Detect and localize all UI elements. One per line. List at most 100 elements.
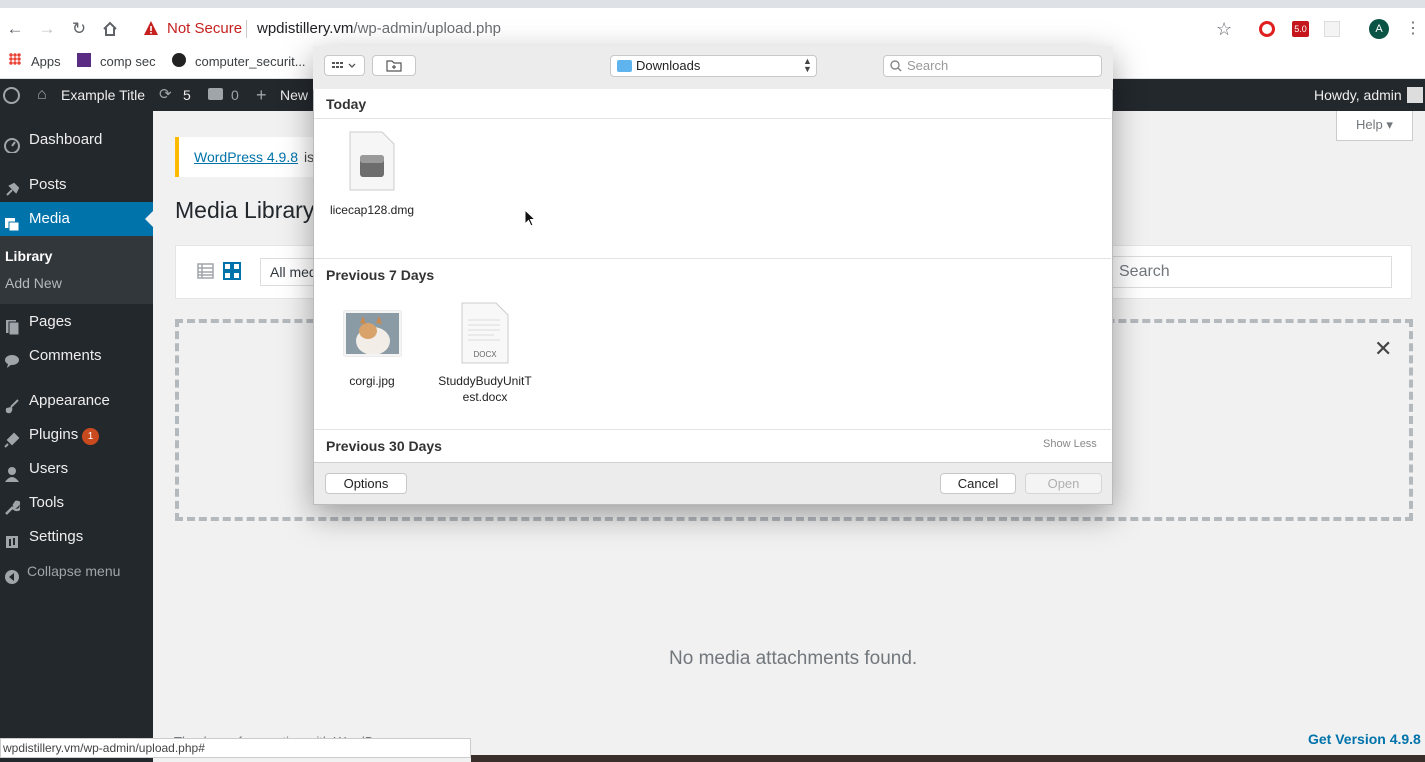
- file-studdybudy-line2[interactable]: est.docx: [426, 389, 544, 405]
- updates-icon[interactable]: ⟳: [159, 79, 172, 111]
- comment-icon: [4, 348, 20, 368]
- corgi-thumbnail[interactable]: [344, 311, 401, 356]
- wordpress-logo-icon[interactable]: [3, 87, 20, 104]
- close-icon[interactable]: ✕: [1374, 336, 1392, 362]
- collapse-label: Collapse menu: [27, 563, 121, 579]
- address-bar[interactable]: wpdistillery.vm/wp-admin/upload.php: [257, 20, 501, 38]
- section-previous-30-days: Previous 30 Days: [314, 431, 1111, 461]
- bookmark-comp-sec[interactable]: comp sec: [100, 53, 156, 71]
- section-today: Today: [314, 89, 1111, 119]
- pin-icon: [4, 177, 20, 196]
- update-notice-link[interactable]: WordPress 4.9.8: [194, 149, 298, 165]
- sidebar-item-comments[interactable]: Comments: [0, 339, 153, 373]
- dashboard-icon: [4, 132, 20, 154]
- profile-avatar[interactable]: A: [1369, 19, 1389, 39]
- updates-count[interactable]: 5: [183, 79, 191, 111]
- mouse-cursor-icon: [524, 208, 537, 232]
- dialog-search-input[interactable]: Search: [883, 55, 1102, 77]
- url-path: /wp-admin/upload.php: [353, 20, 502, 37]
- sidebar-item-label: Media: [29, 210, 70, 227]
- new-content-link[interactable]: New: [280, 79, 308, 111]
- url-separator: [246, 20, 247, 38]
- new-folder-button[interactable]: [372, 55, 416, 76]
- active-menu-arrow: [145, 211, 153, 227]
- github-icon: [172, 53, 186, 67]
- get-version-link[interactable]: Get Version 4.9.8: [1308, 731, 1421, 747]
- sidebar-item-dashboard[interactable]: Dashboard: [0, 123, 153, 157]
- site-title-link[interactable]: Example Title: [61, 79, 145, 111]
- bookmark-apps[interactable]: Apps: [31, 53, 61, 71]
- forward-icon[interactable]: →: [37, 19, 57, 39]
- pages-icon: [4, 314, 20, 336]
- home-house-icon: ⌂: [37, 86, 47, 103]
- sidebar-item-label: Dashboard: [29, 131, 103, 148]
- comments-count[interactable]: 0: [231, 79, 239, 111]
- help-label: Help: [1356, 117, 1383, 132]
- sidebar-item-settings[interactable]: Settings: [0, 520, 153, 554]
- file-corgi[interactable]: corgi.jpg: [322, 373, 422, 389]
- howdy-user[interactable]: Howdy, admin: [1314, 79, 1402, 111]
- divider: [314, 118, 1111, 119]
- brush-icon: [4, 393, 20, 414]
- media-type-filter[interactable]: All med: [260, 258, 320, 286]
- help-tab[interactable]: Help ▾: [1336, 111, 1413, 141]
- bookmark-computer-security[interactable]: computer_securit...: [195, 53, 306, 71]
- extension-icon[interactable]: [1324, 21, 1340, 37]
- reload-icon[interactable]: ↻: [69, 19, 89, 39]
- plug-icon: [4, 427, 20, 448]
- sidebar-item-posts[interactable]: Posts: [0, 168, 153, 202]
- submenu-add-new[interactable]: Add New: [5, 274, 62, 292]
- settings-icon: [4, 529, 20, 548]
- search-icon: [890, 59, 902, 72]
- warning-icon: [143, 20, 159, 36]
- grid-view-icon[interactable]: [223, 262, 241, 280]
- sidebar-item-plugins[interactable]: Plugins: [0, 418, 153, 452]
- user-avatar[interactable]: [1407, 87, 1423, 103]
- sidebar-item-label: Plugins: [29, 426, 79, 443]
- folder-icon: [617, 60, 632, 72]
- cancel-button[interactable]: Cancel: [940, 473, 1016, 494]
- page-title: Media Library: [175, 197, 315, 223]
- status-bar-url: wpdistillery.vm/wp-admin/upload.php#: [0, 738, 471, 758]
- not-secure-label[interactable]: Not Secure: [167, 20, 242, 38]
- collapse-icon: [4, 563, 20, 584]
- view-mode-button[interactable]: [324, 55, 365, 76]
- sidebar-item-label: Tools: [29, 494, 65, 511]
- submenu-library[interactable]: Library: [5, 247, 52, 265]
- plugins-update-badge: 1: [82, 428, 99, 445]
- file-licecap[interactable]: licecap128.dmg: [322, 202, 422, 218]
- sidebar-item-label: Users: [29, 460, 69, 477]
- divider: [314, 258, 1111, 259]
- collapse-menu[interactable]: Collapse menu: [0, 554, 153, 588]
- sidebar-item-tools[interactable]: Tools: [0, 486, 153, 520]
- divider: [314, 429, 1111, 430]
- list-view-icon[interactable]: [197, 263, 214, 279]
- media-icon: [4, 211, 20, 232]
- sidebar-item-label: Comments: [29, 347, 102, 364]
- file-studdybudy-line1[interactable]: StuddyBudyUnitT: [426, 373, 544, 389]
- sidebar-item-users[interactable]: Users: [0, 452, 153, 486]
- dmg-file-icon[interactable]: [348, 131, 396, 191]
- location-popup[interactable]: Downloads: [610, 55, 817, 77]
- star-icon[interactable]: ☆: [1216, 19, 1232, 40]
- opera-icon[interactable]: [1259, 21, 1275, 37]
- back-icon[interactable]: ←: [5, 19, 25, 39]
- menu-dots-icon[interactable]: ⋮: [1405, 18, 1421, 38]
- show-less-link[interactable]: Show Less: [1043, 438, 1097, 450]
- sidebar-item-pages[interactable]: Pages: [0, 305, 153, 339]
- options-button[interactable]: Options: [325, 473, 407, 494]
- sidebar-item-label: Settings: [29, 528, 84, 545]
- open-button[interactable]: Open: [1025, 473, 1102, 494]
- apps-grid-icon: [9, 53, 21, 65]
- extension-badge-icon[interactable]: 5.0: [1292, 21, 1309, 37]
- media-search-input[interactable]: Search: [1110, 256, 1392, 288]
- sidebar-item-media[interactable]: Media: [0, 202, 153, 236]
- comments-icon[interactable]: [208, 88, 223, 100]
- popup-arrows-icon: ▲ ▼: [803, 56, 812, 74]
- plus-icon[interactable]: +: [256, 79, 267, 111]
- sidebar-item-appearance[interactable]: Appearance: [0, 384, 153, 418]
- url-host: wpdistillery.vm: [257, 20, 354, 37]
- tab-strip: [0, 0, 1425, 8]
- home-icon[interactable]: [101, 20, 119, 38]
- no-media-message: No media attachments found.: [669, 648, 918, 669]
